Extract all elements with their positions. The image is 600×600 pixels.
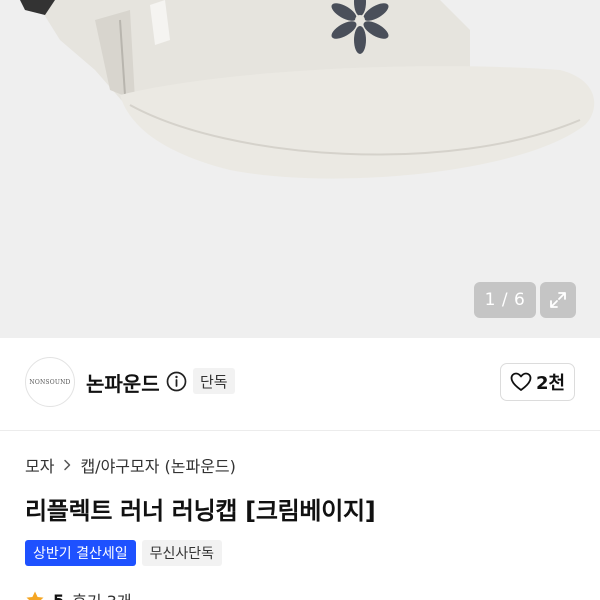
exclusive-badge: 단독: [193, 368, 235, 394]
brand-row: NONSOUND 논파운드 단독 2천: [0, 338, 600, 430]
like-button[interactable]: 2천: [500, 363, 575, 401]
expand-icon: [550, 292, 566, 308]
image-counter: 1 / 6: [474, 282, 536, 318]
star-icon: [26, 591, 44, 600]
breadcrumb-item-category[interactable]: 모자: [25, 453, 54, 477]
brand-logo[interactable]: NONSOUND: [25, 357, 75, 407]
brand-logo-text: NONSOUND: [29, 378, 71, 386]
breadcrumb: 모자 캡/야구모자 (논파운드): [25, 453, 236, 477]
product-tags: 상반기 결산세일 무신사단독: [25, 540, 223, 566]
heart-icon: [510, 372, 532, 391]
expand-button[interactable]: [540, 282, 576, 318]
sale-tag: 상반기 결산세일: [25, 540, 136, 566]
info-icon[interactable]: [166, 371, 187, 392]
rating-score: 5: [53, 590, 65, 600]
breadcrumb-item-subcategory[interactable]: 캡/야구모자 (논파운드): [80, 453, 235, 477]
like-count: 2천: [535, 373, 566, 394]
product-title: 리플렉트 러너 러닝캡 [크림베이지]: [25, 497, 376, 525]
rating-row[interactable]: 5 후기 3개: [25, 588, 132, 600]
divider: [0, 430, 600, 431]
brand-name[interactable]: 논파운드: [86, 368, 160, 397]
product-image-gallery[interactable]: 1 / 6: [0, 0, 600, 338]
review-count[interactable]: 후기 3개: [72, 588, 131, 600]
exclusive-tag: 무신사단독: [141, 540, 223, 566]
chevron-right-icon: [64, 459, 71, 471]
